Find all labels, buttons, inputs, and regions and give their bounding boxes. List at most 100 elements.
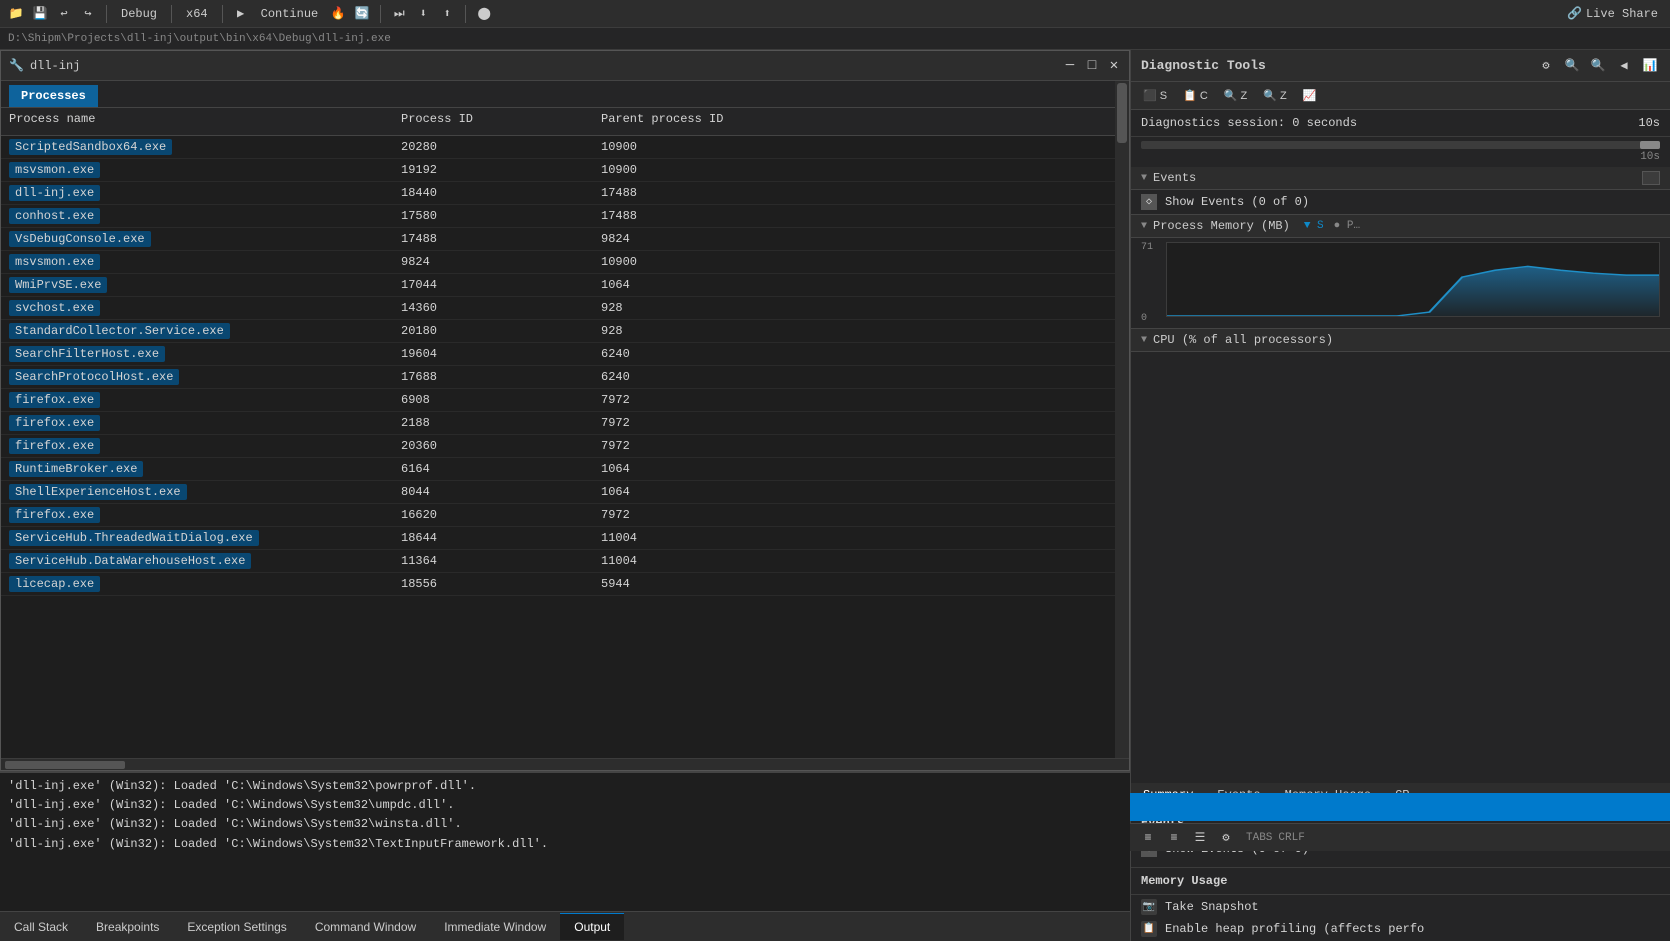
bottom-tab-output[interactable]: Output [560,913,624,940]
diag-zoom-btn-1[interactable]: 🔍 Z [1220,87,1251,104]
show-events-label[interactable]: Show Events (0 of 0) [1165,195,1309,209]
vertical-scrollbar[interactable] [1115,81,1129,758]
table-row[interactable]: ScriptedSandbox64.exe 20280 10900 [1,136,1129,159]
table-row[interactable]: ServiceHub.DataWarehouseHost.exe 11364 1… [1,550,1129,573]
arch-selector[interactable]: x64 [180,5,214,23]
bottom-tab-call-stack[interactable]: Call Stack [0,914,82,940]
table-row[interactable]: WmiPrvSE.exe 17044 1064 [1,274,1129,297]
diag-zoom-out-icon[interactable]: 🔍 [1588,56,1608,76]
process-name-cell: SearchFilterHost.exe [1,346,401,362]
table-row[interactable]: ShellExperienceHost.exe 8044 1064 [1,481,1129,504]
process-name-cell: SearchProtocolHost.exe [1,369,401,385]
take-snapshot-row[interactable]: 📷 Take Snapshot [1141,899,1660,915]
maximize-button[interactable]: □ [1085,59,1099,73]
table-row[interactable]: StandardCollector.Service.exe 20180 928 [1,320,1129,343]
h-scrollbar-thumb[interactable] [5,761,125,769]
cpu-section-header[interactable]: ▼ CPU (% of all processors) [1131,329,1670,352]
table-row[interactable]: RuntimeBroker.exe 6164 1064 [1,458,1129,481]
file-icon[interactable]: 📁 [6,4,26,24]
continue-play-icon[interactable]: ▶ [231,4,251,24]
breakpoint-icon[interactable]: ⬤ [474,4,494,24]
diag-zoom-in-icon[interactable]: 🔍 [1562,56,1582,76]
v-scrollbar-thumb[interactable] [1117,83,1127,143]
process-name-cell: msvsmon.exe [1,254,401,270]
step-into-icon[interactable]: ⬇ [413,4,433,24]
process-name-badge: conhost.exe [9,208,100,224]
process-name-cell: firefox.exe [1,507,401,523]
bottom-tab-command-window[interactable]: Command Window [301,914,430,940]
window-title-text: dll-inj [30,59,80,73]
restart-icon[interactable]: 🔄 [352,4,372,24]
table-row[interactable]: firefox.exe 20360 7972 [1,435,1129,458]
memory-filter-p[interactable]: ● P… [1334,220,1360,232]
toolbar-separator-1 [106,5,107,23]
cpu-section: ▼ CPU (% of all processors) [1131,329,1670,783]
close-button[interactable]: ✕ [1107,59,1121,73]
events-toggle[interactable] [1642,171,1660,185]
diag-zoom-btn-2[interactable]: 🔍 Z [1259,87,1290,104]
memory-section-header[interactable]: ▼ Process Memory (MB) ▼ S ● P… [1131,215,1670,238]
process-pid-cell: 19192 [401,163,601,177]
settings2-icon[interactable]: ⚙ [1216,828,1236,848]
diag-toolbar-btn-1[interactable]: ⬛ S [1139,87,1171,104]
timeline-thumb[interactable] [1640,141,1660,149]
cpu-section-title: CPU (% of all processors) [1153,333,1333,347]
diag-chart-icon[interactable]: 📊 [1640,56,1660,76]
table-row[interactable]: licecap.exe 18556 5944 [1,573,1129,596]
redo-icon[interactable]: ↪ [78,4,98,24]
stop-icon[interactable]: 🔥 [328,4,348,24]
process-name-badge: firefox.exe [9,392,100,408]
save-icon[interactable]: 💾 [30,4,50,24]
process-ppid-cell: 9824 [601,232,901,246]
table-row[interactable]: SearchProtocolHost.exe 17688 6240 [1,366,1129,389]
table-row[interactable]: SearchFilterHost.exe 19604 6240 [1,343,1129,366]
output-line: 'dll-inj.exe' (Win32): Loaded 'C:\Window… [8,777,1122,796]
processes-body[interactable]: ScriptedSandbox64.exe 20280 10900 msvsmo… [1,136,1129,758]
bottom-tab-exception-settings[interactable]: Exception Settings [173,914,300,940]
table-row[interactable]: msvsmon.exe 9824 10900 [1,251,1129,274]
table-row[interactable]: VsDebugConsole.exe 17488 9824 [1,228,1129,251]
timeline-bar[interactable] [1141,141,1660,149]
table-row[interactable]: msvsmon.exe 19192 10900 [1,159,1129,182]
table-row[interactable]: conhost.exe 17580 17488 [1,205,1129,228]
table-row[interactable]: firefox.exe 2188 7972 [1,412,1129,435]
indent-icon[interactable]: ≡ [1138,828,1158,848]
diag-toolbar-btn-2[interactable]: 📋 C [1179,87,1212,104]
process-ppid-cell: 10900 [601,163,901,177]
process-name-cell: svchost.exe [1,300,401,316]
bottom-tab-immediate-window[interactable]: Immediate Window [430,914,560,940]
horizontal-scrollbar[interactable] [1,758,1129,770]
process-name-badge: msvsmon.exe [9,162,100,178]
table-row[interactable]: ServiceHub.ThreadedWaitDialog.exe 18644 … [1,527,1129,550]
step-over-icon[interactable]: ⏭ [389,4,409,24]
bottom-tab-breakpoints[interactable]: Breakpoints [82,914,173,940]
minimize-button[interactable]: ─ [1063,59,1077,73]
list-icon[interactable]: ☰ [1190,828,1210,848]
table-row[interactable]: firefox.exe 16620 7972 [1,504,1129,527]
enable-heap-label[interactable]: Enable heap profiling (affects perfo [1165,922,1424,936]
take-snapshot-label[interactable]: Take Snapshot [1165,900,1259,914]
events-section-header[interactable]: ▼ Events [1131,167,1670,190]
main-toolbar: 📁 💾 ↩ ↪ Debug x64 ▶ Continue 🔥 🔄 ⏭ ⬇ ⬆ ⬤… [0,0,1670,28]
processes-tab[interactable]: Processes [9,85,98,107]
continue-button[interactable]: Continue [255,5,325,23]
events-section-title: Events [1153,171,1196,185]
table-row[interactable]: dll-inj.exe 18440 17488 [1,182,1129,205]
enable-heap-row[interactable]: 📋 Enable heap profiling (affects perfo [1141,921,1660,937]
step-out-icon[interactable]: ⬆ [437,4,457,24]
diag-collapse-icon[interactable]: ◀ [1614,56,1634,76]
table-row[interactable]: svchost.exe 14360 928 [1,297,1129,320]
diag-chart-btn[interactable]: 📈 [1299,87,1321,104]
process-name-cell: msvsmon.exe [1,162,401,178]
table-row[interactable]: firefox.exe 6908 7972 [1,389,1129,412]
debug-mode-button[interactable]: Debug [115,5,163,23]
memory-filter-s[interactable]: ▼ S [1304,220,1324,232]
diag-settings-icon[interactable]: ⚙ [1536,56,1556,76]
process-name-badge: firefox.exe [9,438,100,454]
process-ppid-cell: 11004 [601,531,901,545]
undo-icon[interactable]: ↩ [54,4,74,24]
process-ppid-cell: 6240 [601,347,901,361]
live-share-button[interactable]: 🔗 Live Share [1561,4,1664,23]
process-ppid-cell: 1064 [601,278,901,292]
outdent-icon[interactable]: ≡ [1164,828,1184,848]
